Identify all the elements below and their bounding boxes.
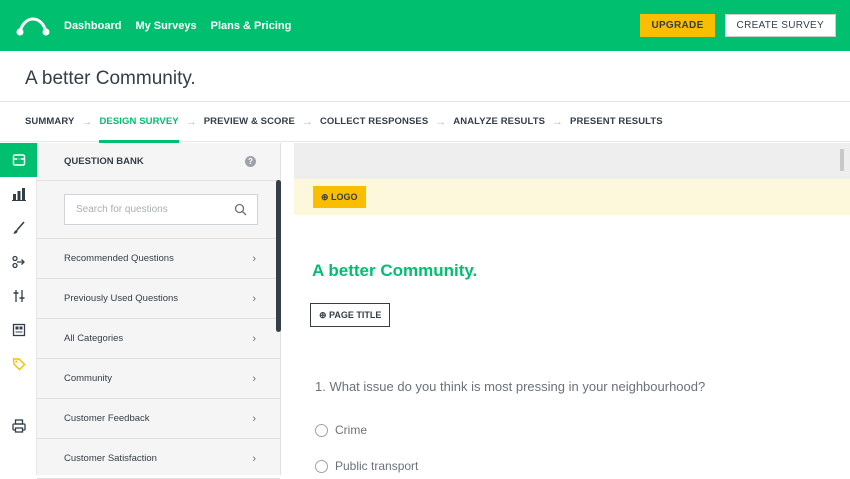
question-bank-panel: QUESTION BANK ? Recommended Questions › P… — [37, 143, 281, 479]
builder-icon-rail — [0, 143, 37, 475]
logic-icon[interactable] — [0, 245, 37, 279]
option-label: Public transport — [335, 459, 419, 473]
chevron-right-icon: › — [252, 332, 256, 345]
nav-plans-pricing-link[interactable]: Plans & Pricing — [211, 20, 292, 32]
builder-icon[interactable] — [0, 177, 37, 211]
step-collect-responses[interactable]: COLLECT RESPONSES — [320, 101, 428, 142]
top-navigation-bar: Dashboard My Surveys Plans & Pricing UPG… — [0, 0, 850, 51]
arrow-right-icon: → — [552, 115, 564, 128]
nav-dashboard-link[interactable]: Dashboard — [64, 20, 121, 32]
help-icon[interactable]: ? — [245, 156, 256, 167]
bank-item-community[interactable]: Community › — [37, 359, 280, 399]
options-sliders-icon[interactable] — [0, 279, 37, 313]
bank-item-label: Recommended Questions — [64, 253, 174, 264]
radio-button[interactable] — [315, 459, 328, 473]
format-icon[interactable] — [0, 313, 37, 347]
add-page-title-button[interactable]: ⊕ PAGE TITLE — [310, 303, 391, 327]
top-actions: UPGRADE CREATE SURVEY — [640, 14, 836, 37]
option-label: Crime — [335, 423, 367, 437]
step-analyze-results[interactable]: ANALYZE RESULTS — [453, 101, 545, 142]
surveymonkey-logo-icon[interactable] — [16, 15, 52, 37]
search-area — [37, 181, 280, 239]
step-preview-score[interactable]: PREVIEW & SCORE — [204, 101, 295, 142]
add-logo-button[interactable]: ⊕ LOGO — [313, 186, 366, 208]
step-design-survey[interactable]: DESIGN SURVEY — [99, 101, 179, 143]
create-survey-button[interactable]: CREATE SURVEY — [724, 14, 836, 37]
survey-canvas: ⊕ LOGO A better Community. ⊕ PAGE TITLE … — [294, 143, 850, 475]
question-search-box[interactable] — [64, 194, 258, 225]
bank-item-previously-used[interactable]: Previously Used Questions › — [37, 279, 280, 319]
canvas-toolbar — [294, 143, 850, 179]
survey-page-title[interactable]: A better Community. — [312, 261, 477, 281]
question-text[interactable]: 1. What issue do you think is most press… — [315, 379, 705, 394]
arrow-right-icon: → — [81, 115, 93, 128]
chevron-right-icon: › — [252, 372, 256, 385]
chevron-right-icon: › — [252, 252, 256, 265]
chevron-right-icon: › — [252, 412, 256, 425]
answer-option-public-transport[interactable]: Public transport — [315, 459, 418, 473]
question-bank-icon[interactable] — [0, 143, 37, 177]
logo-band: ⊕ LOGO — [294, 179, 850, 215]
theme-brush-icon[interactable] — [0, 211, 37, 245]
nav-my-surveys-link[interactable]: My Surveys — [135, 20, 196, 32]
canvas-scrollbar[interactable] — [840, 149, 844, 171]
bank-item-recommended[interactable]: Recommended Questions › — [37, 239, 280, 279]
arrow-right-icon: → — [435, 115, 447, 128]
bank-item-customer-satisfaction[interactable]: Customer Satisfaction › — [37, 439, 280, 479]
question-bank-title: QUESTION BANK — [64, 156, 144, 167]
workflow-steps: SUMMARY → DESIGN SURVEY → PREVIEW & SCOR… — [0, 101, 850, 143]
search-icon[interactable] — [234, 203, 247, 216]
bank-item-label: Customer Feedback — [64, 413, 150, 424]
bank-item-all-categories[interactable]: All Categories › — [37, 319, 280, 359]
bank-item-customer-feedback[interactable]: Customer Feedback › — [37, 399, 280, 439]
arrow-right-icon: → — [185, 115, 197, 128]
bank-item-label: Previously Used Questions — [64, 293, 179, 304]
bank-item-label: Customer Satisfaction — [64, 453, 157, 464]
question-search-input[interactable] — [76, 204, 226, 215]
step-present-results[interactable]: PRESENT RESULTS — [570, 101, 663, 142]
chevron-right-icon: › — [252, 452, 256, 465]
answer-option-crime[interactable]: Crime — [315, 423, 367, 437]
bank-item-label: Community — [64, 373, 113, 384]
panel-scrollbar[interactable] — [276, 180, 281, 332]
question-bank-header: QUESTION BANK ? — [37, 143, 280, 181]
tag-icon[interactable] — [0, 347, 37, 381]
bank-item-label: All Categories — [64, 333, 124, 344]
radio-button[interactable] — [315, 423, 328, 437]
printer-icon[interactable] — [0, 409, 37, 443]
step-summary[interactable]: SUMMARY — [25, 101, 74, 142]
arrow-right-icon: → — [301, 115, 313, 128]
chevron-right-icon: › — [252, 292, 256, 305]
survey-title[interactable]: A better Community. — [25, 68, 196, 90]
upgrade-button[interactable]: UPGRADE — [640, 14, 715, 37]
